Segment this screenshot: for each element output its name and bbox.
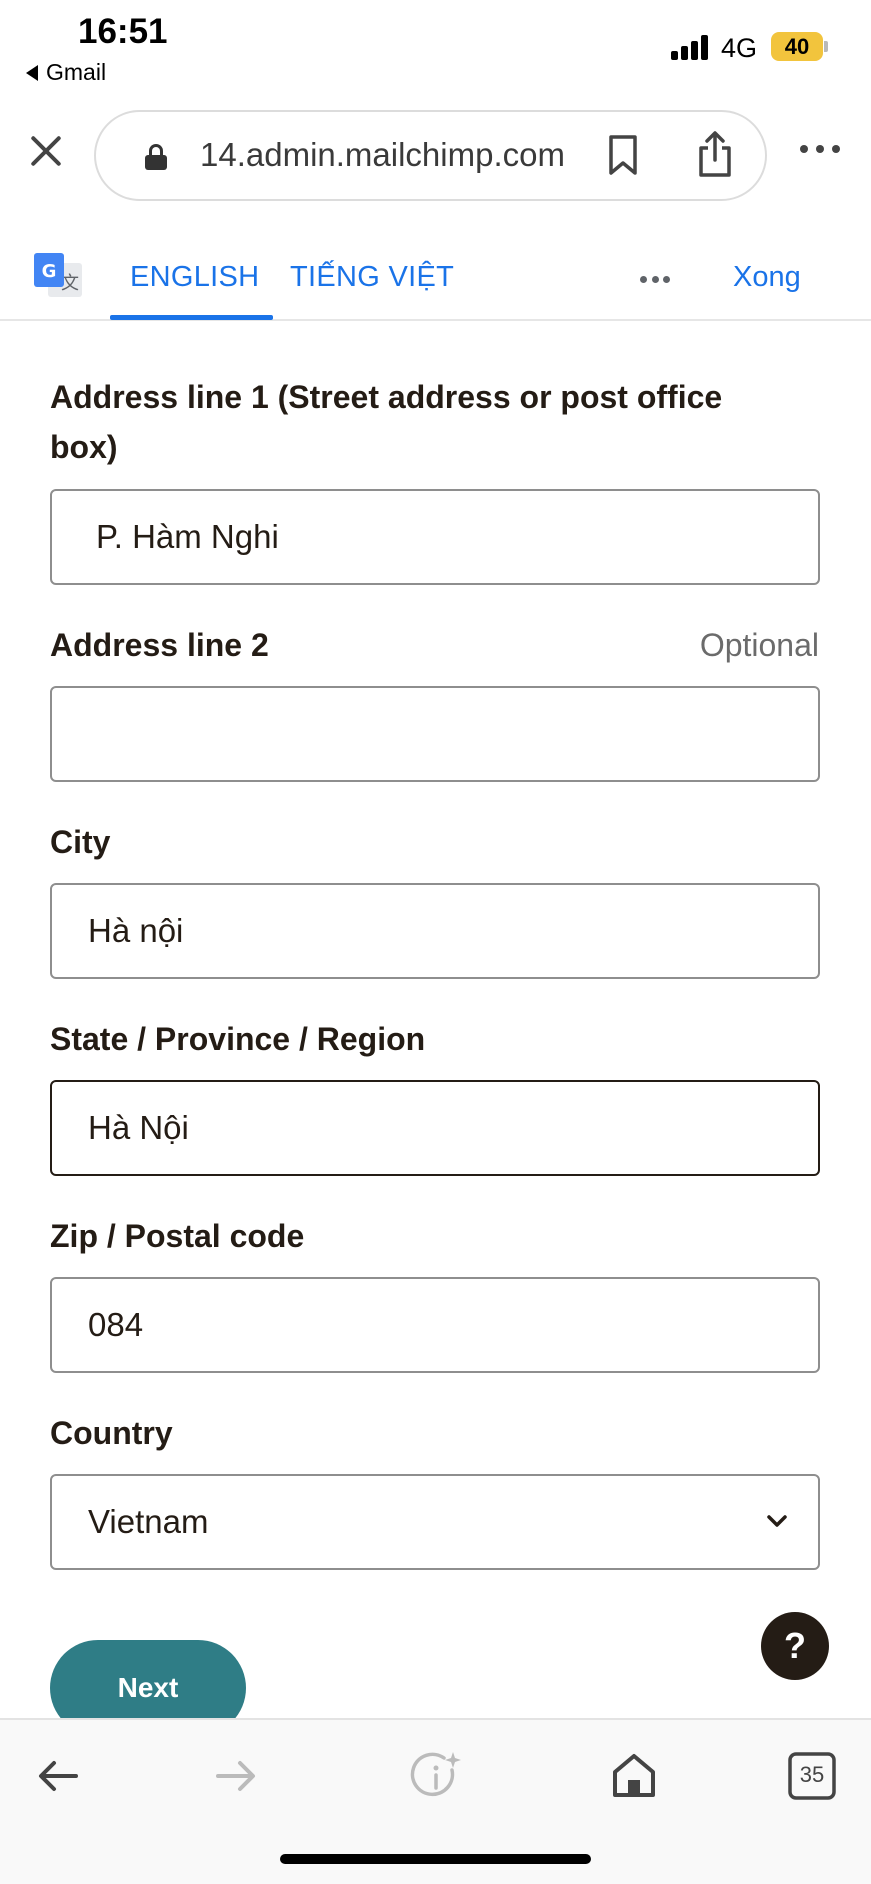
zip-input[interactable]: 084 bbox=[50, 1277, 820, 1373]
google-translate-icon: 文 G bbox=[34, 253, 82, 297]
active-tab-indicator bbox=[110, 315, 273, 320]
status-bar: 16:51 Gmail 4G 40 bbox=[0, 0, 871, 95]
country-value: Vietnam bbox=[88, 1503, 209, 1540]
country-select[interactable]: Vietnam bbox=[50, 1474, 820, 1570]
address-bar[interactable]: 14.admin.mailchimp.com bbox=[94, 110, 767, 201]
close-icon[interactable] bbox=[26, 131, 66, 171]
tab-english[interactable]: ENGLISH bbox=[130, 261, 259, 294]
state-input[interactable]: Hà Nội bbox=[50, 1080, 820, 1176]
optional-hint: Optional bbox=[699, 627, 819, 663]
help-button[interactable]: ? bbox=[761, 1612, 829, 1680]
discover-icon[interactable] bbox=[408, 1748, 464, 1804]
address1-input[interactable]: P. Hàm Nghi bbox=[50, 489, 820, 585]
address2-input[interactable] bbox=[50, 686, 820, 782]
address2-label: Address line 2 bbox=[50, 627, 269, 663]
tabs-button[interactable]: 35 bbox=[784, 1748, 840, 1804]
done-button[interactable]: Xong bbox=[733, 261, 801, 294]
bottom-toolbar: 35 bbox=[0, 1718, 871, 1884]
city-label: City bbox=[50, 824, 111, 860]
home-indicator bbox=[280, 1854, 591, 1864]
zip-label: Zip / Postal code bbox=[50, 1218, 305, 1254]
bookmark-icon[interactable] bbox=[608, 134, 638, 176]
back-to-app-link[interactable]: Gmail bbox=[26, 59, 106, 86]
share-icon[interactable] bbox=[696, 130, 734, 178]
battery-icon: 40 bbox=[771, 32, 823, 61]
city-input[interactable]: Hà nội bbox=[50, 883, 820, 979]
country-label: Country bbox=[50, 1415, 173, 1451]
battery-cap bbox=[824, 41, 828, 52]
signal-strength-icon bbox=[671, 34, 711, 60]
browser-url-row: 14.admin.mailchimp.com bbox=[0, 105, 871, 205]
back-app-label: Gmail bbox=[46, 59, 107, 85]
svg-text:G: G bbox=[42, 261, 57, 282]
more-options-icon[interactable] bbox=[800, 145, 840, 157]
home-icon[interactable] bbox=[606, 1748, 662, 1804]
translate-more-icon[interactable] bbox=[640, 276, 670, 284]
tabs-count: 35 bbox=[799, 1762, 825, 1787]
chevron-down-icon bbox=[767, 1515, 787, 1527]
lock-icon bbox=[145, 144, 167, 170]
forward-icon[interactable] bbox=[208, 1748, 264, 1804]
url-text[interactable]: 14.admin.mailchimp.com bbox=[200, 136, 565, 174]
status-time: 16:51 bbox=[78, 12, 168, 51]
back-arrow-icon bbox=[26, 64, 38, 81]
state-label: State / Province / Region bbox=[50, 1021, 426, 1057]
back-icon[interactable] bbox=[30, 1748, 86, 1804]
network-type: 4G bbox=[721, 33, 758, 63]
translate-bar: 文 G ENGLISH TIẾNG VIỆT Xong bbox=[0, 235, 871, 321]
tab-vietnamese[interactable]: TIẾNG VIỆT bbox=[290, 261, 454, 294]
address1-label: Address line 1 (Street address or post o… bbox=[50, 379, 723, 465]
